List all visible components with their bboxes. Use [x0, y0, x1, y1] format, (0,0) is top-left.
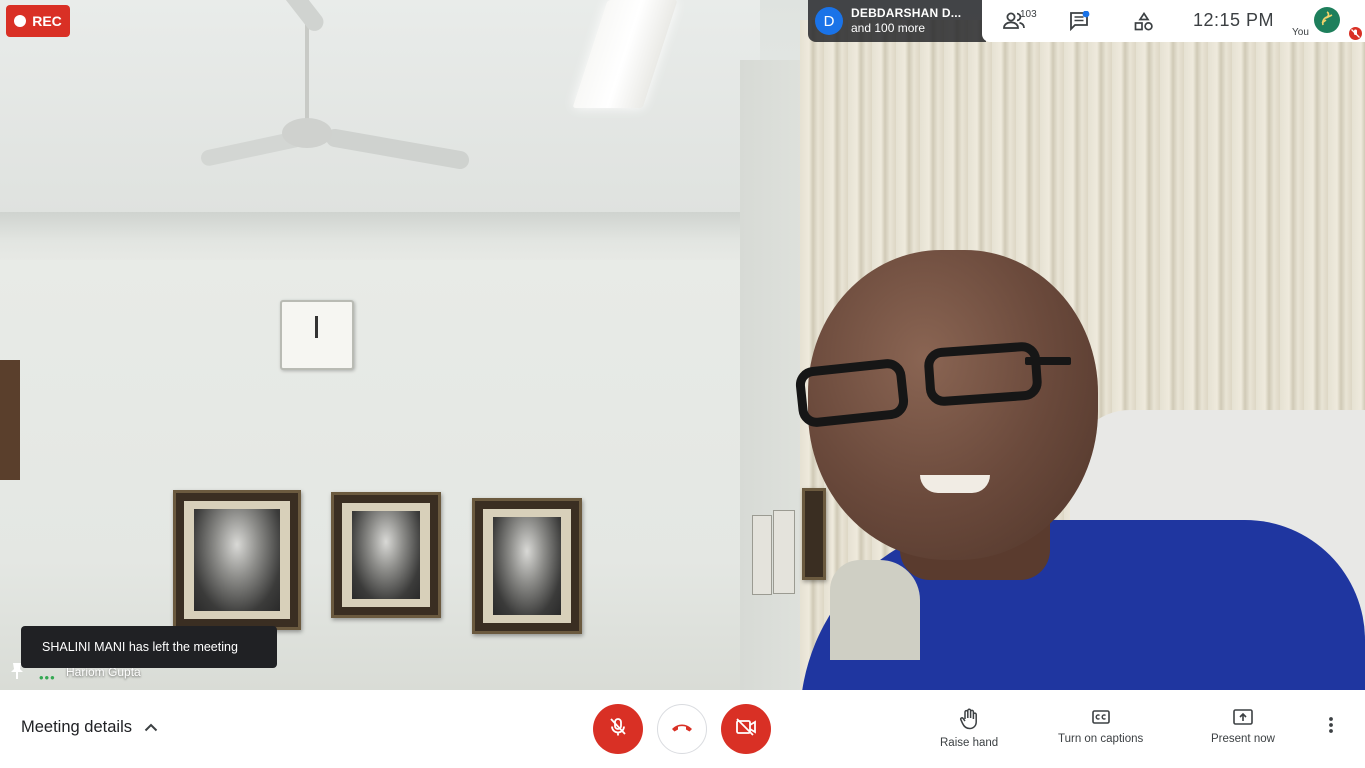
raise-hand-button[interactable]: Raise hand: [940, 708, 998, 749]
person-collar: [830, 560, 920, 660]
wall-plaque: [752, 515, 772, 595]
camera-off-icon: [734, 716, 758, 743]
speaking-indicator-icon: •••: [39, 670, 56, 685]
closed-captions-icon: [1091, 708, 1111, 729]
hang-up-icon: [670, 720, 694, 738]
clock-time: 12:15 PM: [1193, 10, 1275, 30]
portrait-frame: [173, 490, 301, 630]
microphone-toggle-button[interactable]: [593, 704, 643, 754]
wall-frame: [802, 488, 826, 580]
participant-video: [0, 0, 1365, 690]
wall-clock: [280, 300, 354, 370]
participant-count: 103: [1020, 9, 1037, 20]
mic-off-icon: [607, 716, 629, 743]
presenter-badge[interactable]: D DEBDARSHAN D... and 100 more: [808, 0, 986, 42]
portrait-frame: [331, 492, 441, 618]
recording-indicator: REC: [6, 5, 70, 37]
self-label: You: [1292, 27, 1309, 38]
notification-toast: SHALINI MANI has left the meeting: [21, 626, 277, 668]
portrait-frame: [472, 498, 582, 634]
presenter-avatar: D: [815, 7, 843, 35]
recording-label: REC: [32, 13, 62, 29]
presenter-name: DEBDARSHAN D...: [851, 6, 962, 20]
present-now-button[interactable]: Present now: [1211, 708, 1275, 745]
notification-text: SHALINI MANI has left the meeting: [42, 640, 238, 654]
chevron-up-icon: [144, 718, 158, 737]
chat-icon[interactable]: [1069, 10, 1091, 36]
hand-icon: [959, 708, 979, 733]
ceiling-fan: [282, 118, 332, 148]
self-avatar[interactable]: [1314, 7, 1340, 33]
wall-frame-edge: [0, 360, 20, 480]
camera-toggle-button[interactable]: [721, 704, 771, 754]
shapes-icon[interactable]: [1134, 11, 1154, 37]
more-vertical-icon: [1328, 717, 1334, 738]
raise-hand-label: Raise hand: [940, 737, 999, 749]
leave-call-button[interactable]: [657, 704, 707, 754]
present-now-label: Present now: [1211, 733, 1275, 745]
wall-plaque: [773, 510, 795, 594]
presenter-others: and 100 more: [851, 21, 926, 35]
mic-off-icon: [1349, 27, 1362, 40]
ceiling-beam: [0, 212, 740, 260]
meeting-details-button[interactable]: Meeting details: [21, 718, 158, 737]
bottom-toolbar: Meeting details Raise hand Turn on capti…: [0, 690, 1365, 768]
captions-label: Turn on captions: [1058, 733, 1144, 745]
captions-button[interactable]: Turn on captions: [1058, 708, 1143, 745]
present-screen-icon: [1232, 708, 1254, 729]
mouth: [920, 475, 990, 493]
glasses: [794, 341, 1071, 429]
record-icon: [14, 15, 27, 27]
more-options-button[interactable]: [1328, 716, 1334, 739]
meeting-details-label: Meeting details: [21, 718, 132, 736]
